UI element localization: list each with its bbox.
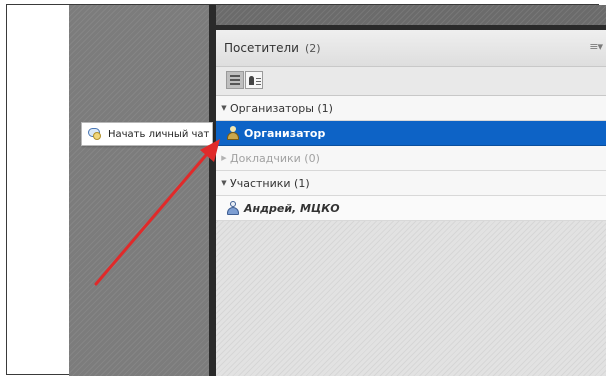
group-label: Организаторы (1): [230, 101, 333, 115]
screenshot-frame: Посетители (2) ≡▾ ▼ Организаторы (1) Орг…: [6, 4, 606, 376]
group-label: Участники (1): [230, 176, 310, 190]
group-label: Докладчики (0): [230, 151, 320, 165]
pane-divider[interactable]: [209, 5, 216, 376]
attendee-list: ▼ Организаторы (1) Организатор ▶ Докладч…: [216, 96, 606, 221]
attendee-row-participant[interactable]: Андрей, МЦКО: [216, 196, 606, 221]
attendee-count: (2): [304, 41, 321, 55]
attendee-name: Организатор: [244, 126, 326, 140]
host-icon: [226, 126, 240, 140]
pod-header: Посетители (2) ≡▾: [216, 30, 606, 67]
start-private-chat-menu-item[interactable]: Начать личный чат: [81, 122, 213, 146]
top-pod-area: [216, 5, 606, 30]
attendees-pod: Посетители (2) ≡▾ ▼ Организаторы (1) Орг…: [216, 30, 606, 376]
attendee-name: Андрей, МЦКО: [244, 201, 340, 215]
group-presenters[interactable]: ▶ Докладчики (0): [216, 146, 606, 171]
left-pane-background: [69, 5, 215, 376]
group-participants[interactable]: ▼ Участники (1): [216, 171, 606, 196]
expand-right-icon[interactable]: ▶: [218, 154, 230, 162]
person-list-view-button[interactable]: [245, 71, 263, 89]
menu-item-label: Начать личный чат: [108, 128, 210, 140]
view-toolbar: [216, 67, 606, 96]
expand-down-icon[interactable]: ▼: [218, 104, 230, 112]
attendee-row-organizer[interactable]: Организатор: [216, 121, 606, 146]
pod-title: Посетители: [224, 41, 299, 55]
group-organizers[interactable]: ▼ Организаторы (1): [216, 96, 606, 121]
meeting-stage: Посетители (2) ≡▾ ▼ Организаторы (1) Орг…: [69, 5, 606, 376]
participant-icon: [226, 201, 240, 215]
expand-down-icon[interactable]: ▼: [218, 179, 230, 187]
list-view-icon: [230, 75, 240, 85]
list-view-button[interactable]: [226, 71, 244, 89]
private-chat-icon: [88, 128, 102, 140]
person-list-icon: [249, 76, 254, 85]
pod-options-menu-icon[interactable]: ≡▾: [589, 40, 603, 53]
